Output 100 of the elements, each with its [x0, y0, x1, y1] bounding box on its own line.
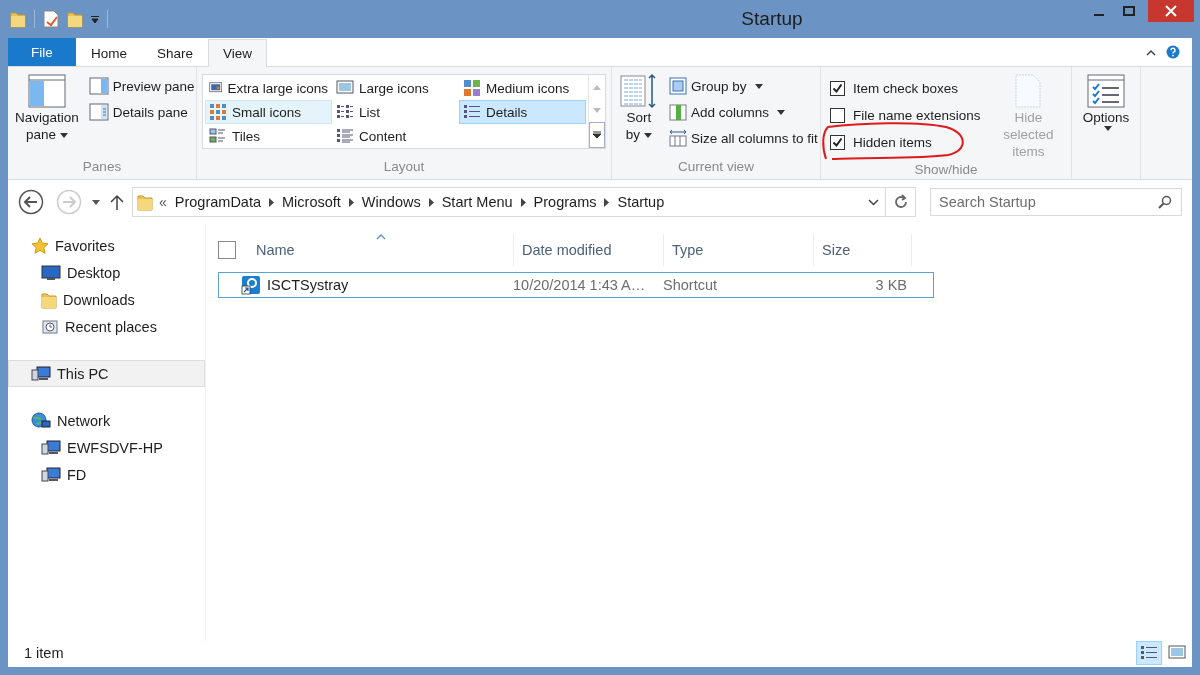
size-cell-text: 3 KB — [874, 277, 908, 293]
checkbox[interactable] — [830, 108, 845, 123]
group-icon — [669, 77, 687, 95]
monitor-icon — [41, 264, 61, 281]
details-list-icon — [463, 103, 481, 121]
group-label: Layout — [382, 159, 426, 176]
list-icon — [336, 103, 354, 121]
nav-item[interactable]: Desktop — [8, 259, 205, 286]
maximize-icon — [1123, 6, 1135, 16]
window-title: Startup — [740, 8, 804, 30]
layout-option[interactable]: Large icons — [332, 76, 459, 100]
layout-option[interactable]: Content — [332, 124, 459, 148]
up-arrow-icon[interactable] — [110, 194, 124, 210]
chevron-up-icon[interactable] — [1146, 48, 1156, 56]
layout-option[interactable]: Medium icons — [459, 76, 586, 100]
file-name: ISCTSystray — [267, 277, 349, 293]
layout-option[interactable]: Tiles — [205, 124, 332, 148]
ribbon-tab[interactable]: File — [8, 38, 76, 66]
recent-locations-caret-icon[interactable] — [92, 199, 100, 205]
group-by-button[interactable]: Group by — [667, 74, 820, 98]
properties-icon[interactable] — [43, 10, 59, 28]
ribbon-tab[interactable]: Home — [76, 39, 142, 66]
chevron-right-icon[interactable] — [428, 197, 434, 207]
checkbox-option[interactable]: Item check boxes — [826, 75, 985, 102]
content-list-icon — [336, 127, 354, 145]
size-columns-button[interactable]: Size all columns to fit — [667, 126, 820, 150]
star-icon — [31, 236, 49, 255]
add-columns-button[interactable]: Add columns — [667, 100, 820, 124]
checklist-icon — [1086, 73, 1126, 109]
breadcrumb[interactable]: Programs — [531, 194, 599, 210]
type-cell-text: Shortcut — [662, 277, 718, 293]
customize-caret-icon[interactable] — [91, 15, 99, 23]
address-bar[interactable]: « ProgramData Microsoft Windows Start Menu Programs Startup — [132, 187, 916, 217]
checkbox[interactable] — [830, 81, 845, 96]
computer-icon — [41, 466, 61, 483]
computer-icon — [41, 439, 61, 456]
close-button[interactable] — [1148, 0, 1194, 22]
resize-columns-icon — [669, 129, 687, 147]
breadcrumb[interactable]: Microsoft — [280, 194, 343, 210]
details-view-button[interactable] — [1136, 641, 1162, 665]
sort-icon — [619, 73, 659, 109]
breadcrumb[interactable]: ProgramData — [172, 194, 264, 210]
minimize-icon — [1094, 14, 1104, 16]
navigation-pane-button[interactable]: Navigation pane — [13, 71, 81, 159]
column-header[interactable]: Name — [248, 234, 514, 266]
breadcrumb[interactable]: Startup — [615, 194, 667, 210]
chevron-right-icon[interactable] — [604, 197, 610, 207]
details-pane-button[interactable]: Details pane — [86, 100, 197, 124]
nav-item[interactable]: Recent places — [8, 313, 205, 340]
layout-option[interactable]: List — [332, 100, 459, 124]
nav-item[interactable]: FD — [8, 461, 205, 488]
nav-item[interactable]: Downloads — [8, 286, 205, 313]
checkmark-icon — [832, 83, 843, 94]
ribbon-tab[interactable]: Share — [142, 39, 209, 66]
search-field[interactable]: Search Startup — [930, 188, 1182, 216]
columns-icon — [669, 103, 687, 121]
layout-option[interactable]: Details — [459, 100, 586, 124]
ribbon-tab[interactable]: View — [208, 39, 268, 67]
breadcrumb[interactable]: Windows — [359, 194, 423, 210]
folder-icon — [137, 193, 153, 211]
caret-icon — [644, 132, 653, 138]
file-row[interactable]: ISCTSystray 10/20/2014 1:43 A… Shortcut 3 KB — [218, 272, 934, 298]
nav-item[interactable]: Network — [8, 407, 205, 434]
back-button[interactable] — [18, 189, 44, 215]
triangle-up-icon — [593, 83, 601, 90]
search-icon[interactable] — [1158, 195, 1172, 209]
select-all-checkbox[interactable] — [218, 241, 236, 259]
picture-icon — [336, 79, 354, 97]
chevron-right-icon[interactable] — [269, 197, 275, 207]
column-header[interactable]: Type — [664, 234, 814, 266]
group-label: Panes — [81, 159, 123, 176]
shortcut-icon — [241, 275, 261, 295]
checkbox-option[interactable]: Hidden items — [826, 129, 985, 156]
sort-by-button[interactable]: Sort by — [617, 71, 661, 159]
checkbox-option[interactable]: File name extensions — [826, 102, 985, 129]
nav-item[interactable]: This PC — [8, 360, 205, 387]
breadcrumb[interactable]: Start Menu — [439, 194, 515, 210]
checkbox[interactable] — [830, 135, 845, 150]
folder-icon — [10, 10, 26, 28]
chevron-right-icon[interactable] — [348, 197, 354, 207]
column-header[interactable]: Date modified — [514, 234, 664, 266]
tiles-icon — [209, 127, 227, 145]
nav-item[interactable]: EWFSDVF-HP — [8, 434, 205, 461]
column-header[interactable]: Size — [814, 234, 912, 266]
tile-grid-icon — [463, 79, 481, 97]
options-button[interactable]: Options — [1077, 71, 1135, 159]
layout-option[interactable]: Extra large icons — [205, 76, 332, 100]
help-icon[interactable] — [1166, 45, 1180, 59]
chevron-right-icon[interactable] — [520, 197, 526, 207]
chevron-down-icon — [867, 198, 879, 206]
preview-pane-button[interactable]: Preview pane — [86, 74, 197, 98]
details-pane-icon — [88, 103, 109, 121]
group-label: Show/hide — [913, 162, 979, 179]
caret-icon — [777, 109, 786, 115]
gallery-expand-button[interactable] — [589, 122, 605, 148]
overflow-chevron[interactable]: « — [159, 194, 167, 210]
caret-icon — [59, 132, 68, 138]
nav-item[interactable]: Favorites — [8, 232, 205, 259]
layout-option[interactable]: Small icons — [205, 100, 332, 124]
item-count: 1 item — [24, 645, 65, 661]
